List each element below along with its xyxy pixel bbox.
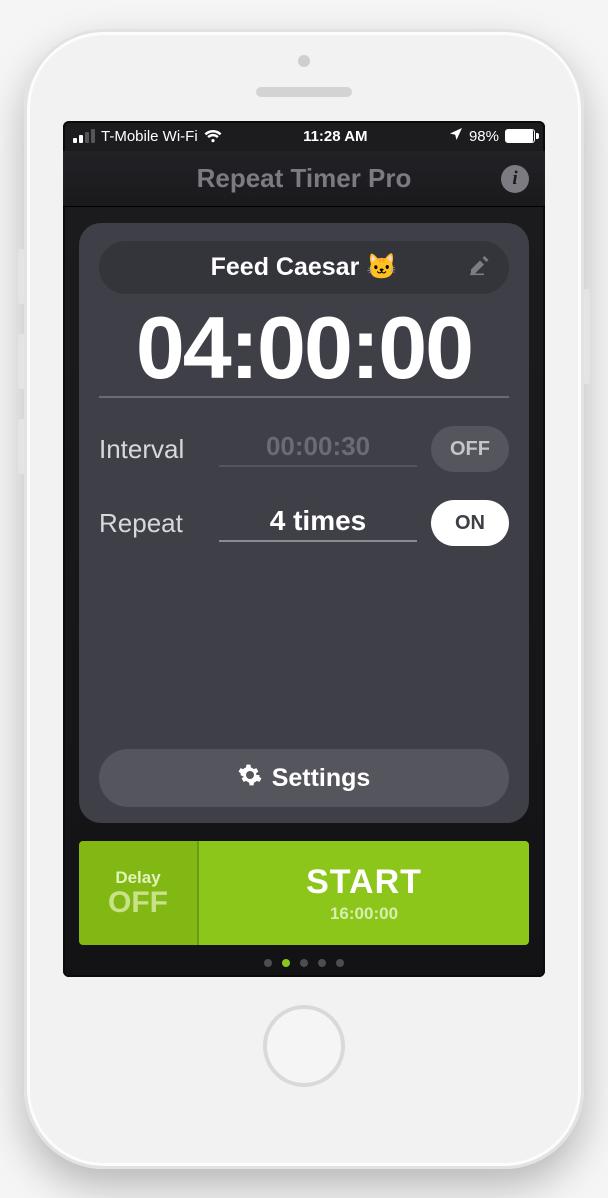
page-dot <box>282 959 290 967</box>
delay-button[interactable]: Delay OFF <box>79 841 199 945</box>
wifi-icon <box>204 129 222 143</box>
carrier-label: T-Mobile Wi-Fi <box>101 128 198 145</box>
earpiece-speaker <box>256 87 352 97</box>
gear-icon <box>238 763 262 794</box>
repeat-value[interactable]: 4 times <box>219 505 417 542</box>
timer-duration[interactable]: 04:00:00 <box>99 304 509 398</box>
app-title: Repeat Timer Pro <box>197 163 412 194</box>
location-icon <box>449 127 463 145</box>
interval-value[interactable]: 00:00:30 <box>219 431 417 467</box>
timer-card: Feed Caesar 🐱 04:00:00 Interval 00:00:30… <box>79 223 529 823</box>
timer-name-text: Feed Caesar 🐱 <box>211 253 398 282</box>
start-label: START <box>306 863 422 902</box>
interval-toggle[interactable]: OFF <box>431 426 509 472</box>
start-total-time: 16:00:00 <box>330 904 398 924</box>
phone-frame: T-Mobile Wi-Fi 11:28 AM 98% Repeat Timer… <box>24 29 584 1169</box>
home-button[interactable] <box>263 1005 345 1087</box>
cell-signal-icon <box>73 129 95 143</box>
screen: T-Mobile Wi-Fi 11:28 AM 98% Repeat Timer… <box>63 121 545 977</box>
interval-row: Interval 00:00:30 OFF <box>99 426 509 472</box>
battery-icon <box>505 129 535 143</box>
page-dot <box>264 959 272 967</box>
page-dot <box>300 959 308 967</box>
timer-name-field[interactable]: Feed Caesar 🐱 <box>99 241 509 294</box>
page-dot <box>336 959 344 967</box>
page-indicator[interactable] <box>63 959 545 967</box>
page-dot <box>318 959 326 967</box>
pencil-icon <box>469 253 489 282</box>
status-time: 11:28 AM <box>303 128 367 145</box>
start-button[interactable]: START 16:00:00 <box>199 841 529 945</box>
info-button[interactable]: i <box>501 165 529 193</box>
app-header: Repeat Timer Pro i <box>63 151 545 207</box>
status-bar: T-Mobile Wi-Fi 11:28 AM 98% <box>63 121 545 151</box>
sensor-dot <box>298 55 310 67</box>
settings-label: Settings <box>272 764 371 793</box>
action-row: Delay OFF START 16:00:00 <box>79 841 529 945</box>
settings-button[interactable]: Settings <box>99 749 509 807</box>
interval-label: Interval <box>99 434 219 465</box>
delay-label: Delay <box>115 868 160 888</box>
delay-value: OFF <box>108 888 168 918</box>
battery-pct: 98% <box>469 128 499 145</box>
repeat-row: Repeat 4 times ON <box>99 500 509 546</box>
repeat-label: Repeat <box>99 508 219 539</box>
repeat-toggle[interactable]: ON <box>431 500 509 546</box>
